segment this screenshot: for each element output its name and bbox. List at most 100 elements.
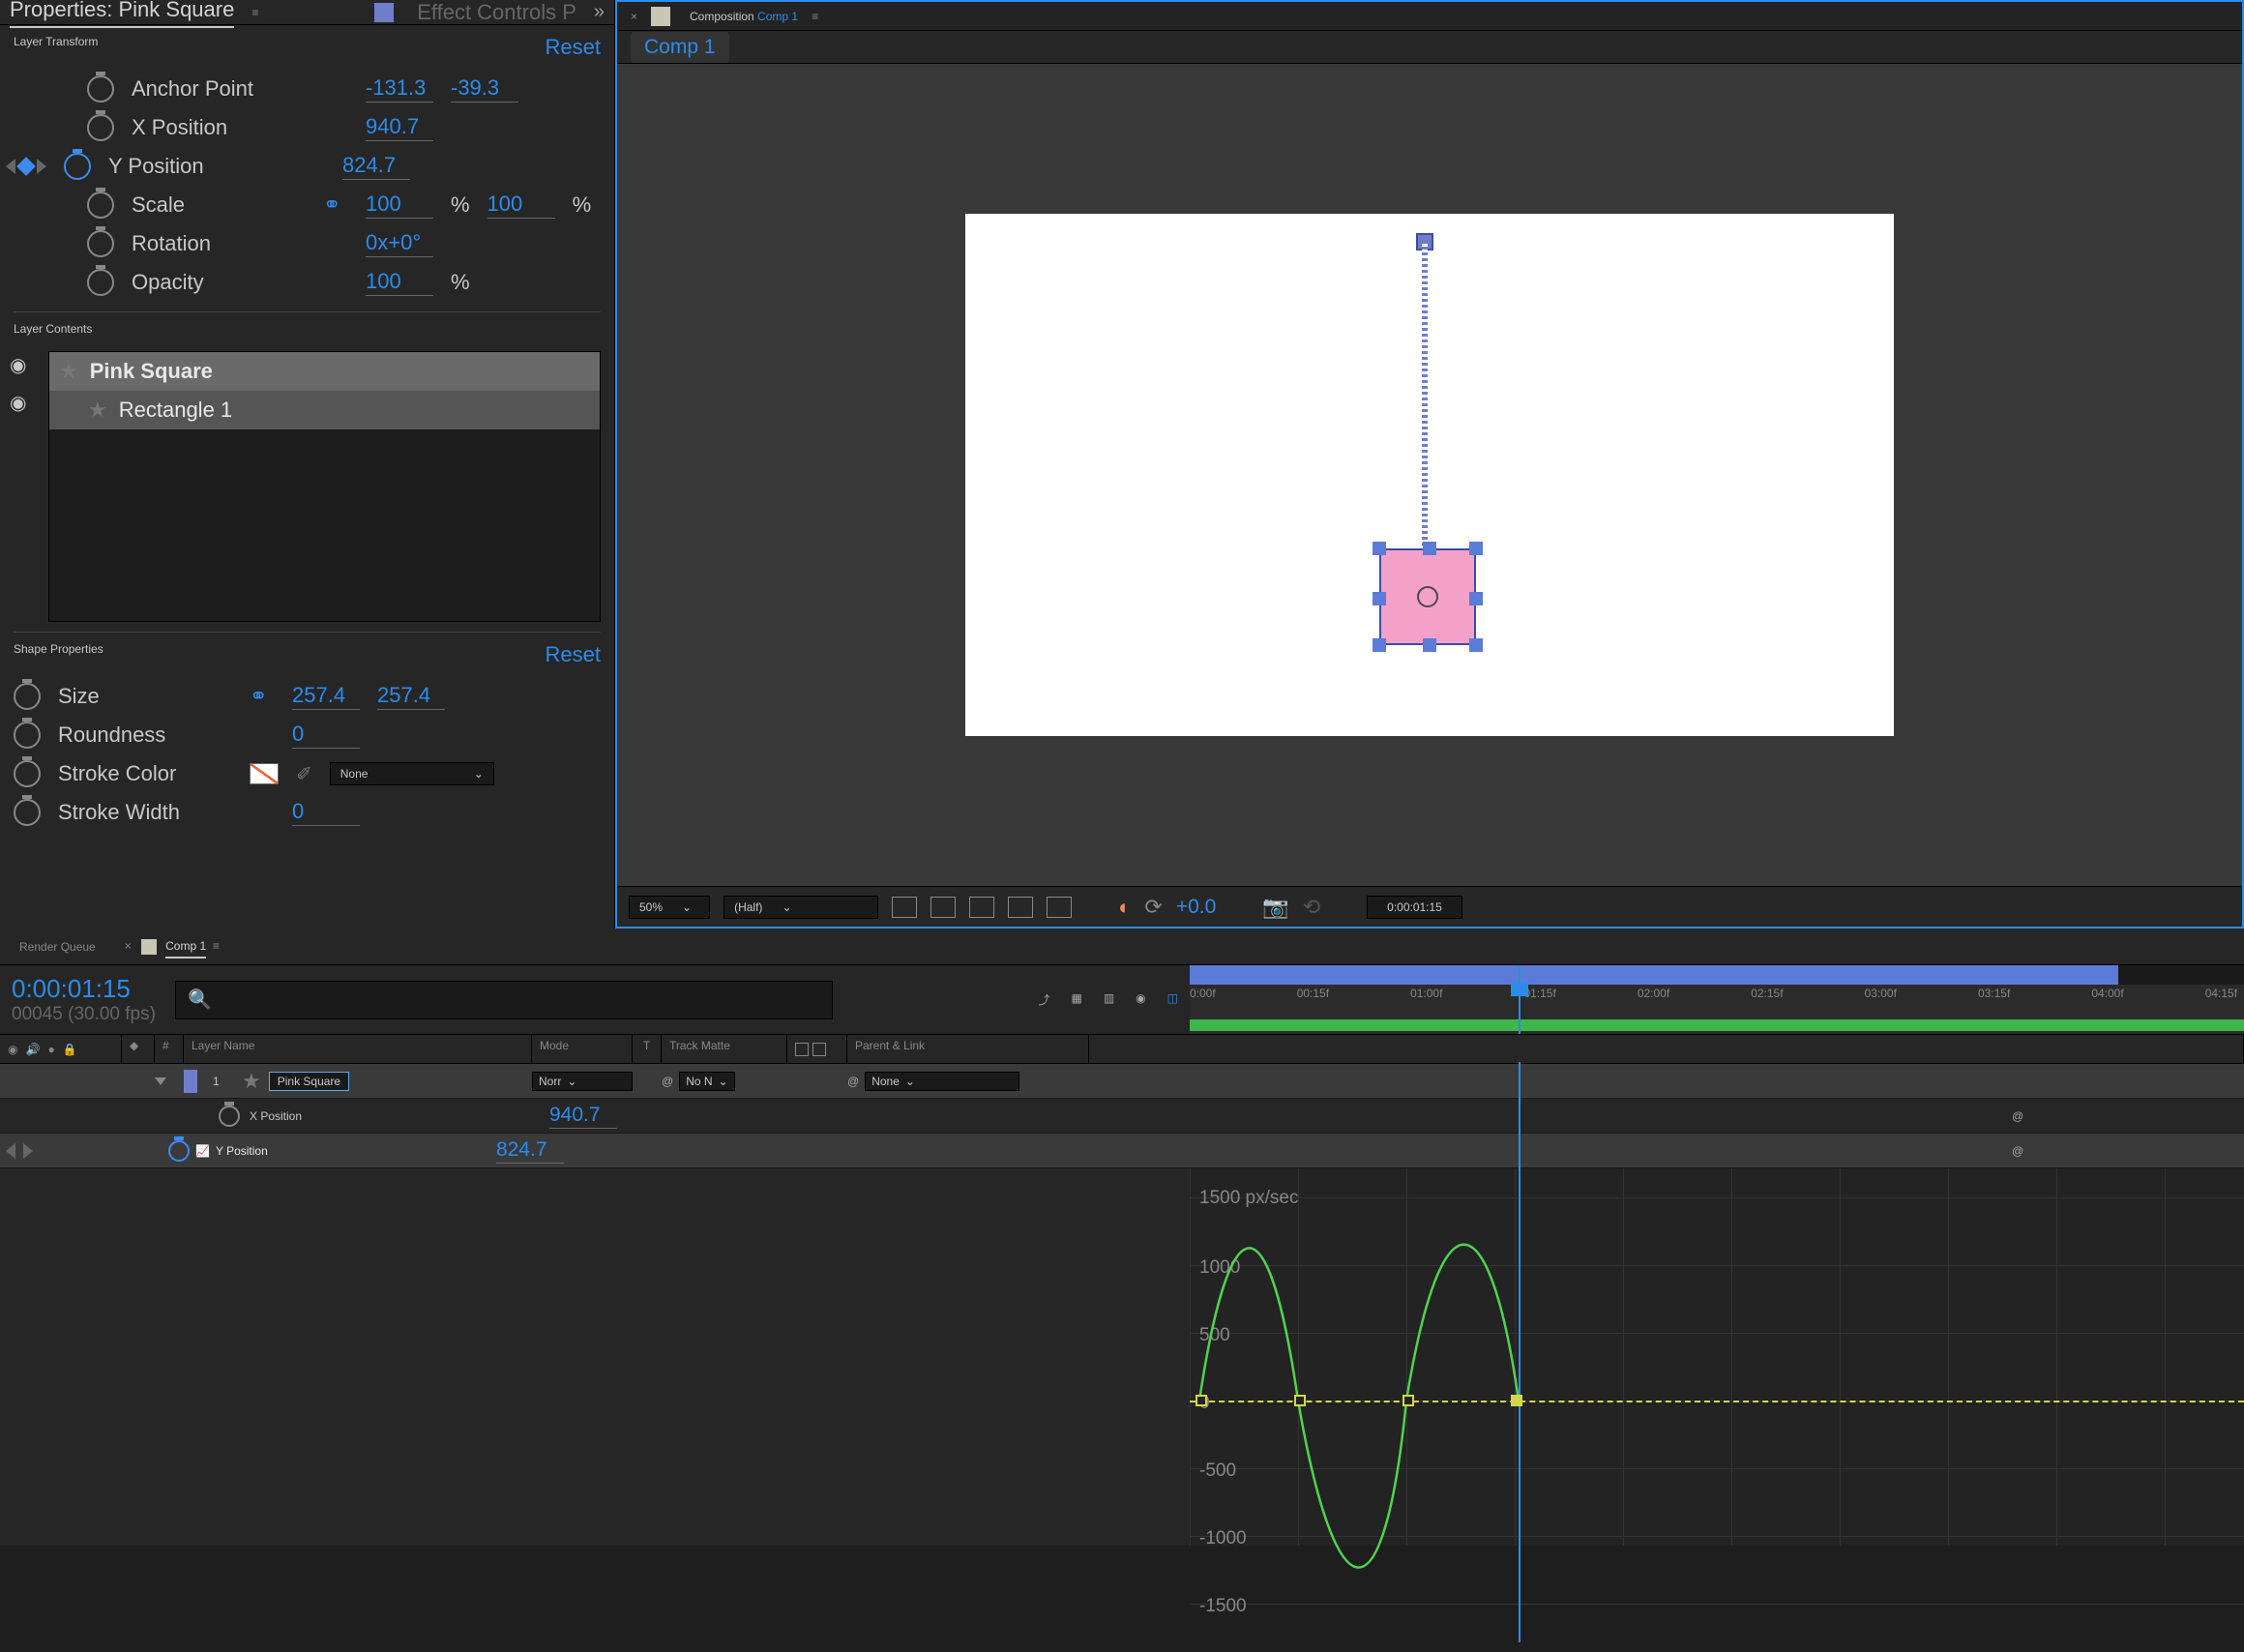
link-icon[interactable]: ⚭ bbox=[250, 684, 275, 709]
keyframe-marker[interactable] bbox=[1294, 1395, 1306, 1406]
tab-timeline-comp[interactable]: × Comp 1 ≡ bbox=[125, 939, 220, 955]
stroke-width-value[interactable]: 0 bbox=[292, 799, 360, 826]
rotation-value[interactable]: 0x+0° bbox=[366, 230, 433, 257]
stopwatch-icon[interactable] bbox=[87, 114, 114, 141]
stopwatch-icon[interactable] bbox=[87, 75, 114, 103]
resize-handle[interactable] bbox=[1373, 592, 1386, 605]
tl-ypos-value[interactable]: 824.7 bbox=[496, 1138, 564, 1164]
layer-name-field[interactable]: Pink Square bbox=[269, 1072, 349, 1091]
switches-icon[interactable] bbox=[812, 1043, 826, 1056]
transparency-grid-icon[interactable] bbox=[892, 897, 917, 918]
frame-blend-icon[interactable]: ▦ bbox=[1071, 991, 1081, 1008]
stopwatch-icon[interactable] bbox=[219, 1106, 240, 1127]
opacity-value[interactable]: 100 bbox=[366, 269, 433, 296]
stopwatch-icon[interactable] bbox=[168, 1140, 190, 1162]
link-icon[interactable]: ⚭ bbox=[323, 192, 348, 218]
exposure-value[interactable]: +0.0 bbox=[1176, 896, 1216, 919]
stopwatch-icon[interactable] bbox=[14, 760, 41, 787]
keyframe-marker[interactable] bbox=[1196, 1395, 1207, 1406]
layer-label-color[interactable] bbox=[184, 1070, 197, 1093]
stroke-color-swatch[interactable] bbox=[250, 763, 279, 784]
pickwhip-icon[interactable]: @ bbox=[847, 1075, 859, 1088]
track-matte-select[interactable]: No N⌄ bbox=[679, 1072, 734, 1091]
snapshot-icon[interactable]: 📷 bbox=[1262, 895, 1288, 920]
eyedropper-icon[interactable]: ✐ bbox=[296, 762, 312, 786]
guides-icon[interactable] bbox=[1047, 897, 1072, 918]
video-switch-icon[interactable]: ◉ bbox=[8, 1043, 17, 1056]
label-icon[interactable]: ◆ bbox=[130, 1039, 138, 1052]
selected-shape[interactable] bbox=[1379, 548, 1476, 645]
mask-icon[interactable] bbox=[930, 897, 956, 918]
anchor-y-value[interactable]: -39.3 bbox=[451, 75, 518, 103]
panel-menu-icon[interactable]: ≡ bbox=[251, 6, 258, 19]
pickwhip-icon[interactable]: @ bbox=[2002, 1109, 2244, 1123]
show-snapshot-icon[interactable]: ⟲ bbox=[1303, 895, 1320, 920]
resize-handle[interactable] bbox=[1469, 638, 1483, 652]
pickwhip-icon[interactable]: @ bbox=[662, 1075, 673, 1088]
resize-handle[interactable] bbox=[1469, 592, 1483, 605]
stopwatch-icon[interactable] bbox=[14, 799, 41, 826]
scale-x-value[interactable]: 100 bbox=[366, 192, 433, 219]
keyframe-marker[interactable] bbox=[1402, 1395, 1414, 1406]
speed-curve[interactable] bbox=[1190, 1168, 2244, 1652]
layer-search-input[interactable]: 🔍 bbox=[175, 981, 833, 1019]
prop-x-position-row[interactable]: X Position bbox=[240, 1109, 549, 1123]
shy-icon[interactable]: ⤴ bbox=[1038, 991, 1049, 1008]
tab-properties[interactable]: Properties: Pink Square bbox=[10, 0, 234, 28]
timeline-timecode[interactable]: 0:00:01:15 bbox=[12, 974, 156, 1004]
more-tabs-icon[interactable]: » bbox=[594, 1, 605, 23]
motion-blur-icon[interactable]: ▥ bbox=[1104, 991, 1114, 1008]
content-item-rectangle[interactable]: ★ Rectangle 1 bbox=[49, 391, 600, 429]
resize-handle[interactable] bbox=[1423, 638, 1436, 652]
tab-effect-controls[interactable]: Effect Controls P bbox=[417, 0, 576, 25]
visibility-icon[interactable]: ◉ bbox=[10, 353, 39, 377]
resize-handle[interactable] bbox=[1469, 542, 1483, 555]
scale-y-value[interactable]: 100 bbox=[487, 192, 555, 219]
region-icon[interactable] bbox=[969, 897, 994, 918]
current-time-indicator[interactable] bbox=[1519, 965, 1521, 1034]
stopwatch-icon[interactable] bbox=[87, 269, 114, 296]
composition-viewer[interactable] bbox=[617, 64, 2242, 886]
reset-shape-link[interactable]: Reset bbox=[546, 642, 601, 667]
resize-handle[interactable] bbox=[1423, 542, 1436, 555]
tab-render-queue[interactable]: Render Queue bbox=[19, 940, 96, 954]
stopwatch-icon[interactable] bbox=[87, 230, 114, 257]
comp-breadcrumb[interactable]: Comp 1 bbox=[631, 32, 729, 63]
prev-keyframe-icon[interactable] bbox=[6, 1143, 15, 1159]
panel-menu-icon[interactable]: ≡ bbox=[812, 10, 818, 23]
graph-editor[interactable]: 1500 px/sec 1000 500 0 -500 -1000 -1500 bbox=[1190, 1168, 2244, 1546]
stopwatch-icon[interactable] bbox=[14, 683, 41, 710]
prop-y-position-row[interactable]: Y Position bbox=[210, 1144, 496, 1158]
graph-editor-icon[interactable]: ◉ bbox=[1136, 991, 1145, 1008]
resize-handle[interactable] bbox=[1373, 638, 1386, 652]
parent-select[interactable]: None⌄ bbox=[865, 1072, 1019, 1091]
stroke-type-select[interactable]: None⌄ bbox=[330, 762, 494, 785]
graph-type-icon[interactable]: 📈 bbox=[190, 1144, 210, 1158]
blend-mode-select[interactable]: Norr⌄ bbox=[532, 1072, 633, 1091]
time-ruler[interactable]: 0:00f00:15f01:00f01:15f02:00f02:15f03:00… bbox=[1190, 965, 2244, 1034]
next-keyframe-icon[interactable] bbox=[23, 1143, 33, 1159]
tab-composition[interactable]: Composition Comp 1 bbox=[690, 10, 798, 23]
zoom-dropdown[interactable]: 50%⌄ bbox=[629, 896, 710, 919]
anchor-x-value[interactable]: -131.3 bbox=[366, 75, 433, 103]
color-mgmt-icon[interactable]: ◐ bbox=[1118, 895, 1131, 920]
audio-switch-icon[interactable]: 🔊 bbox=[25, 1043, 40, 1056]
visibility-icon[interactable]: ◉ bbox=[10, 391, 39, 415]
y-position-value[interactable]: 824.7 bbox=[342, 153, 410, 180]
prev-keyframe-icon[interactable] bbox=[6, 159, 15, 174]
anchor-icon[interactable] bbox=[1417, 586, 1438, 607]
stopwatch-icon[interactable] bbox=[14, 722, 41, 749]
stopwatch-icon[interactable] bbox=[87, 192, 114, 219]
content-item-pink-square[interactable]: ★ Pink Square bbox=[49, 352, 600, 391]
next-keyframe-icon[interactable] bbox=[37, 159, 46, 174]
twirl-down-icon[interactable] bbox=[155, 1077, 166, 1085]
channels-icon[interactable] bbox=[1008, 897, 1033, 918]
resize-handle[interactable] bbox=[1373, 542, 1386, 555]
close-tab-icon[interactable]: × bbox=[631, 10, 637, 23]
keyframe-marker[interactable] bbox=[1511, 1395, 1522, 1406]
resolution-dropdown[interactable]: (Half)⌄ bbox=[723, 896, 878, 919]
stopwatch-icon[interactable] bbox=[64, 153, 91, 180]
reset-transform-link[interactable]: Reset bbox=[546, 35, 601, 60]
add-keyframe-icon[interactable] bbox=[16, 157, 36, 176]
pickwhip-icon[interactable]: @ bbox=[2002, 1144, 2244, 1158]
